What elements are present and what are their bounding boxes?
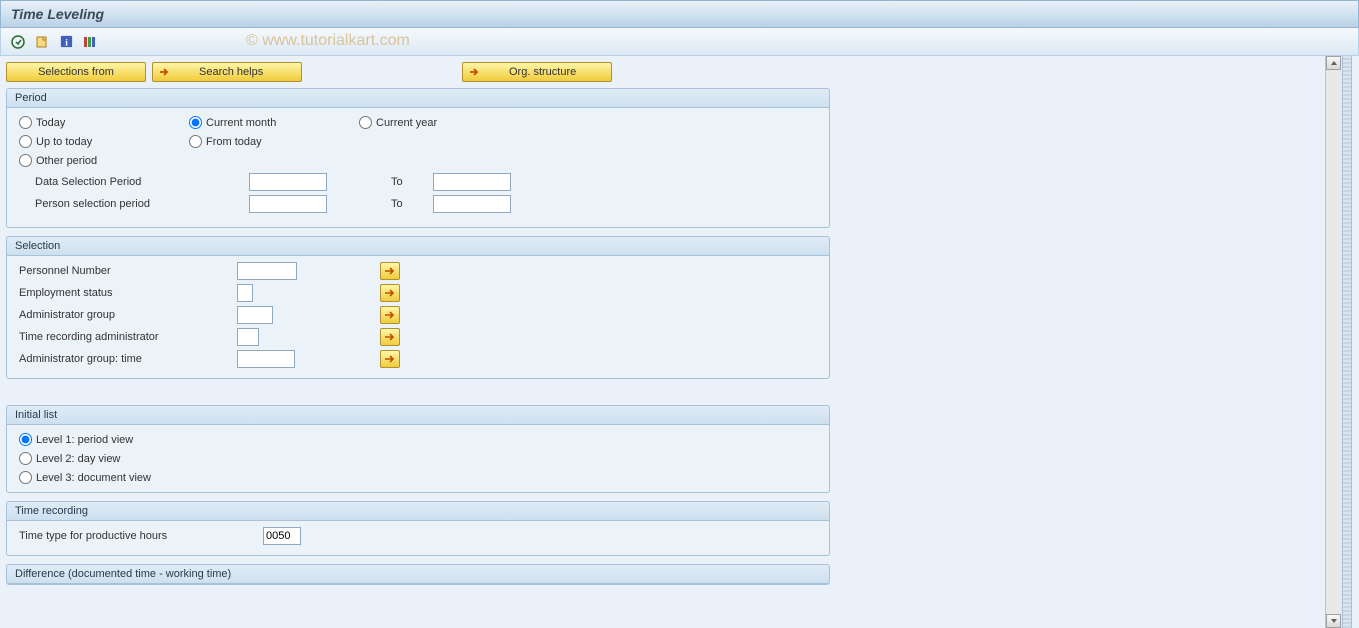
admin-group-time-input[interactable] bbox=[237, 350, 295, 368]
content-wrapper: Selections from Search helps Org. struct… bbox=[0, 56, 1359, 628]
radio-current-year[interactable]: Current year bbox=[359, 116, 529, 129]
group-title: Initial list bbox=[7, 406, 829, 425]
multiple-selection-button[interactable] bbox=[380, 328, 400, 346]
period-group: Period Today Current month Current year … bbox=[6, 88, 830, 228]
time-recording-group: Time recording Time type for productive … bbox=[6, 501, 830, 556]
person-selection-to-input[interactable] bbox=[433, 195, 511, 213]
data-selection-period-label: Data Selection Period bbox=[35, 176, 249, 188]
time-rec-admin-input[interactable] bbox=[237, 328, 259, 346]
search-helps-button[interactable]: Search helps bbox=[152, 62, 302, 82]
time-rec-admin-label: Time recording administrator bbox=[19, 331, 237, 343]
main-area: Selections from Search helps Org. struct… bbox=[0, 56, 1325, 628]
arrow-right-icon bbox=[157, 65, 171, 79]
multiple-selection-button[interactable] bbox=[380, 306, 400, 324]
radio-current-month[interactable]: Current month bbox=[189, 116, 359, 129]
time-type-label: Time type for productive hours bbox=[19, 530, 263, 542]
person-selection-from-input[interactable] bbox=[249, 195, 327, 213]
time-type-input[interactable] bbox=[263, 527, 301, 545]
scroll-down-icon[interactable] bbox=[1326, 614, 1341, 628]
button-label: Org. structure bbox=[509, 66, 576, 78]
employment-status-input[interactable] bbox=[237, 284, 253, 302]
employment-status-label: Employment status bbox=[19, 287, 237, 299]
admin-group-label: Administrator group bbox=[19, 309, 237, 321]
application-toolbar: i bbox=[0, 28, 1359, 56]
personnel-number-label: Personnel Number bbox=[19, 265, 237, 277]
multiple-selection-button[interactable] bbox=[380, 262, 400, 280]
svg-text:i: i bbox=[65, 38, 68, 48]
title-bar: Time Leveling bbox=[0, 0, 1359, 28]
radio-level-3[interactable]: Level 3: document view bbox=[19, 471, 817, 484]
radio-up-to-today[interactable]: Up to today bbox=[19, 135, 189, 148]
group-title: Period bbox=[7, 89, 829, 108]
selection-group: Selection Personnel Number Employment st… bbox=[6, 236, 830, 379]
page-title: Time Leveling bbox=[11, 6, 104, 22]
group-title: Difference (documented time - working ti… bbox=[7, 565, 829, 584]
to-label: To bbox=[391, 198, 433, 210]
to-label: To bbox=[391, 176, 433, 188]
info-icon[interactable]: i bbox=[57, 33, 75, 51]
vertical-scrollbar[interactable] bbox=[1325, 56, 1342, 628]
arrow-right-icon bbox=[467, 65, 481, 79]
initial-list-group: Initial list Level 1: period view Level … bbox=[6, 405, 830, 493]
button-label: Search helps bbox=[199, 66, 263, 78]
splitter-handle[interactable] bbox=[1342, 56, 1352, 628]
scroll-up-icon[interactable] bbox=[1326, 56, 1341, 70]
radio-level-1[interactable]: Level 1: period view bbox=[19, 433, 817, 446]
execute-icon[interactable] bbox=[9, 33, 27, 51]
layout-icon[interactable] bbox=[81, 33, 99, 51]
button-strip: Selections from Search helps Org. struct… bbox=[6, 62, 1319, 82]
personnel-number-input[interactable] bbox=[237, 262, 297, 280]
person-selection-period-label: Person selection period bbox=[35, 198, 249, 210]
multiple-selection-button[interactable] bbox=[380, 350, 400, 368]
radio-other-period[interactable]: Other period bbox=[19, 154, 189, 167]
button-label: Selections from bbox=[38, 66, 114, 78]
variant-icon[interactable] bbox=[33, 33, 51, 51]
multiple-selection-button[interactable] bbox=[380, 284, 400, 302]
difference-group: Difference (documented time - working ti… bbox=[6, 564, 830, 585]
data-selection-from-input[interactable] bbox=[249, 173, 327, 191]
radio-today[interactable]: Today bbox=[19, 116, 189, 129]
data-selection-to-input[interactable] bbox=[433, 173, 511, 191]
admin-group-input[interactable] bbox=[237, 306, 273, 324]
radio-level-2[interactable]: Level 2: day view bbox=[19, 452, 817, 465]
org-structure-button[interactable]: Org. structure bbox=[462, 62, 612, 82]
group-title: Selection bbox=[7, 237, 829, 256]
admin-group-time-label: Administrator group: time bbox=[19, 353, 237, 365]
group-title: Time recording bbox=[7, 502, 829, 521]
selections-from-button[interactable]: Selections from bbox=[6, 62, 146, 82]
radio-from-today[interactable]: From today bbox=[189, 135, 359, 148]
